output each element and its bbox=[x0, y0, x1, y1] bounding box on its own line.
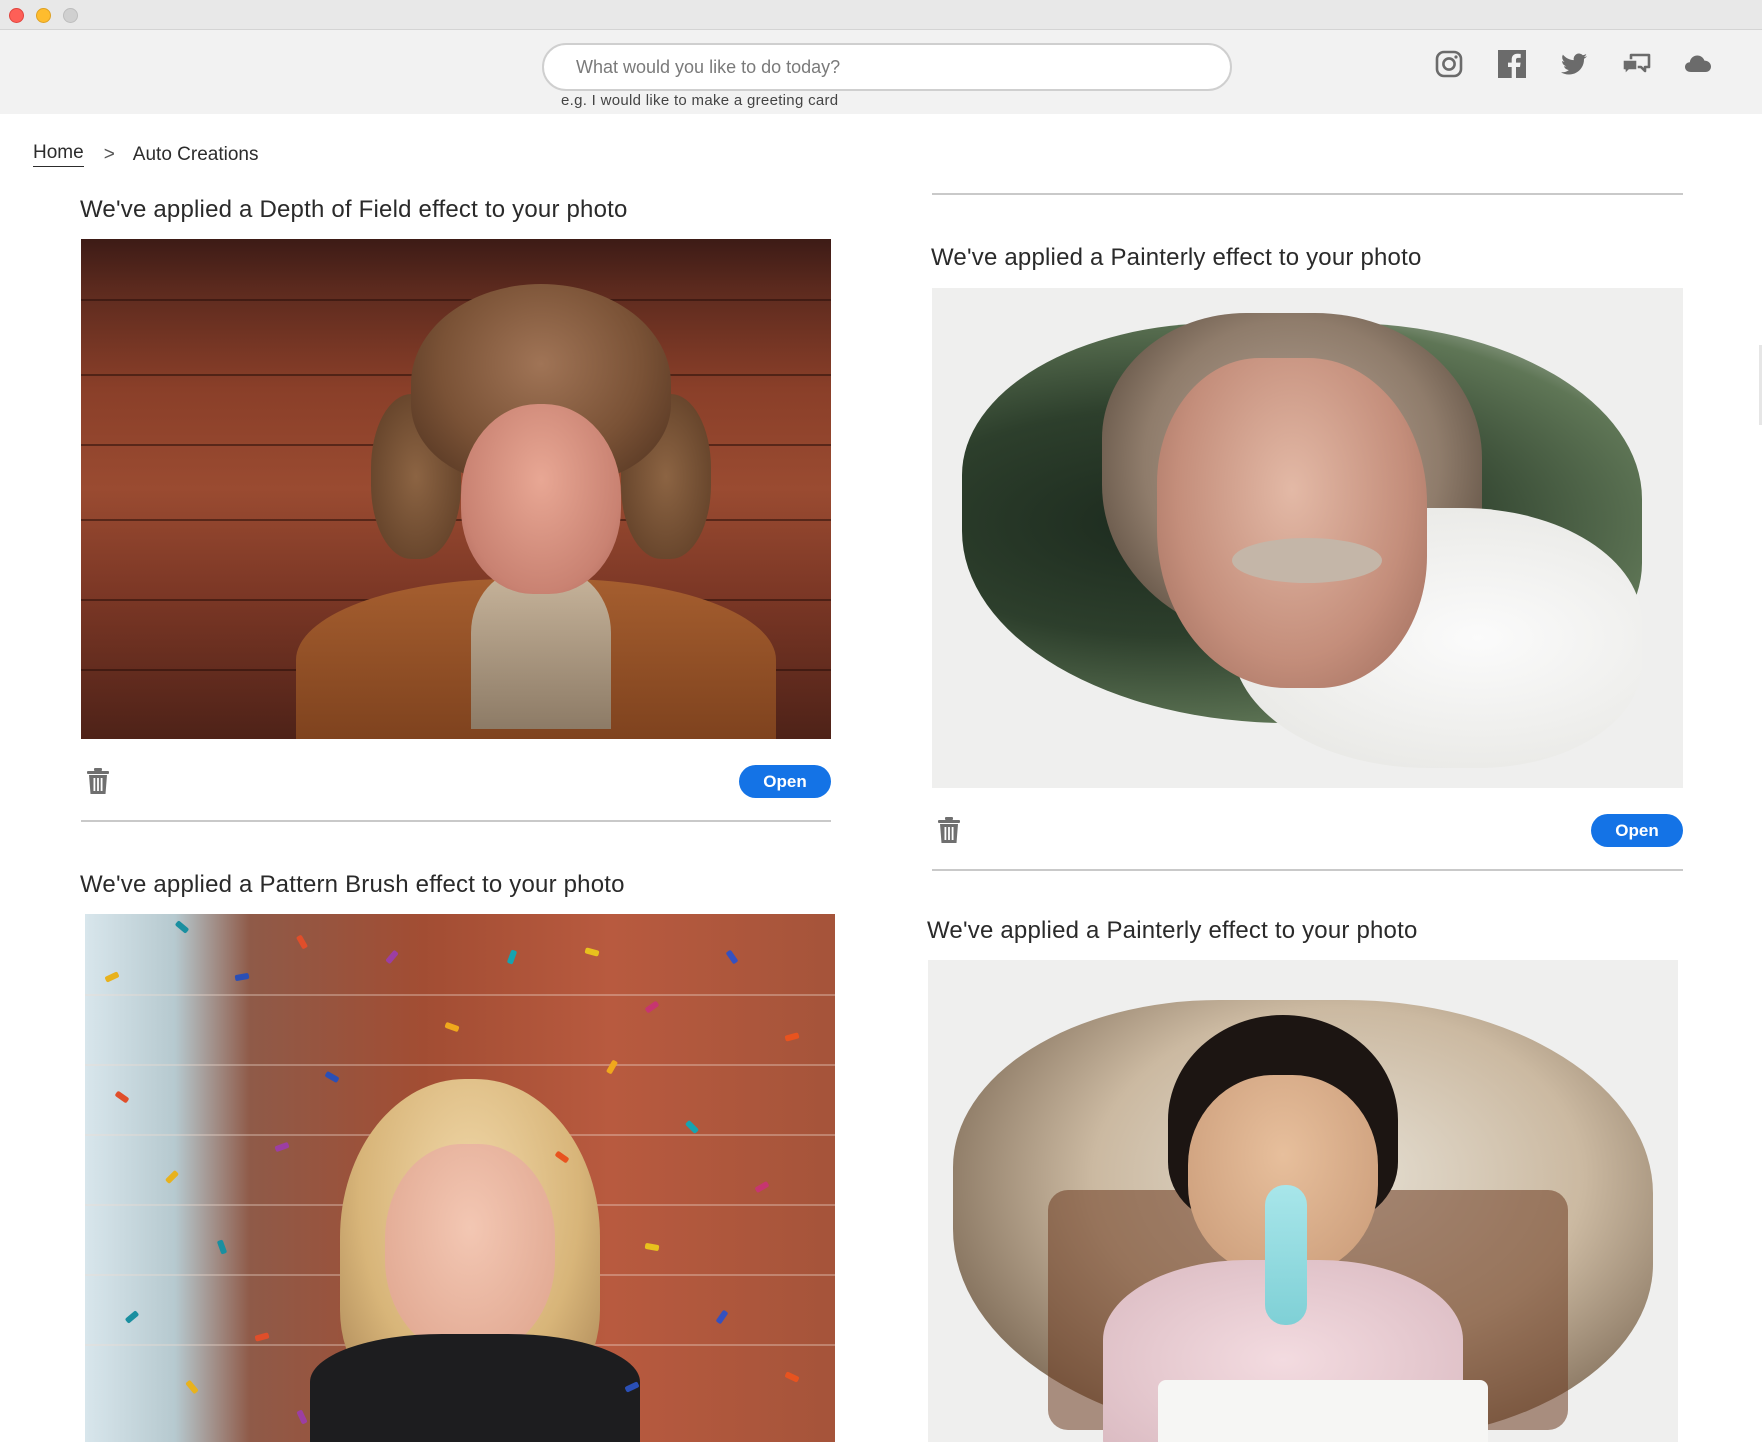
breadcrumb-separator: > bbox=[103, 143, 115, 165]
photo-painterly-girl[interactable] bbox=[928, 960, 1678, 1442]
card-title-depth-of-field: We've applied a Depth of Field effect to… bbox=[80, 196, 628, 223]
window-maximize-button[interactable] bbox=[63, 8, 78, 23]
feedback-icon[interactable] bbox=[1618, 46, 1654, 82]
open-button[interactable]: Open bbox=[1591, 814, 1683, 847]
divider bbox=[81, 820, 831, 822]
divider bbox=[932, 869, 1683, 871]
card-title-painterly: We've applied a Painterly effect to your… bbox=[931, 244, 1422, 271]
photo-depth-of-field[interactable] bbox=[81, 239, 831, 739]
window-minimize-button[interactable] bbox=[36, 8, 51, 23]
window-close-button[interactable] bbox=[9, 8, 24, 23]
search-hint: e.g. I would like to make a greeting car… bbox=[561, 92, 839, 109]
divider bbox=[932, 193, 1683, 195]
breadcrumb: Home > Auto Creations bbox=[33, 142, 258, 167]
photo-pattern-brush[interactable] bbox=[85, 914, 835, 1442]
instagram-icon[interactable] bbox=[1431, 46, 1467, 82]
breadcrumb-current: Auto Creations bbox=[132, 143, 259, 165]
search-input[interactable] bbox=[542, 43, 1232, 91]
cloud-icon[interactable] bbox=[1680, 46, 1716, 82]
photo-painterly-man[interactable] bbox=[932, 288, 1683, 788]
app-header: e.g. I would like to make a greeting car… bbox=[0, 30, 1762, 114]
delete-trash-icon[interactable] bbox=[85, 767, 111, 795]
card-title-pattern-brush: We've applied a Pattern Brush effect to … bbox=[80, 871, 625, 898]
open-button[interactable]: Open bbox=[739, 765, 831, 798]
card-title-painterly: We've applied a Painterly effect to your… bbox=[927, 917, 1418, 944]
window-titlebar bbox=[0, 0, 1762, 30]
breadcrumb-home-link[interactable]: Home bbox=[33, 142, 84, 167]
delete-trash-icon[interactable] bbox=[936, 816, 962, 844]
twitter-icon[interactable] bbox=[1556, 46, 1592, 82]
facebook-icon[interactable] bbox=[1494, 46, 1530, 82]
